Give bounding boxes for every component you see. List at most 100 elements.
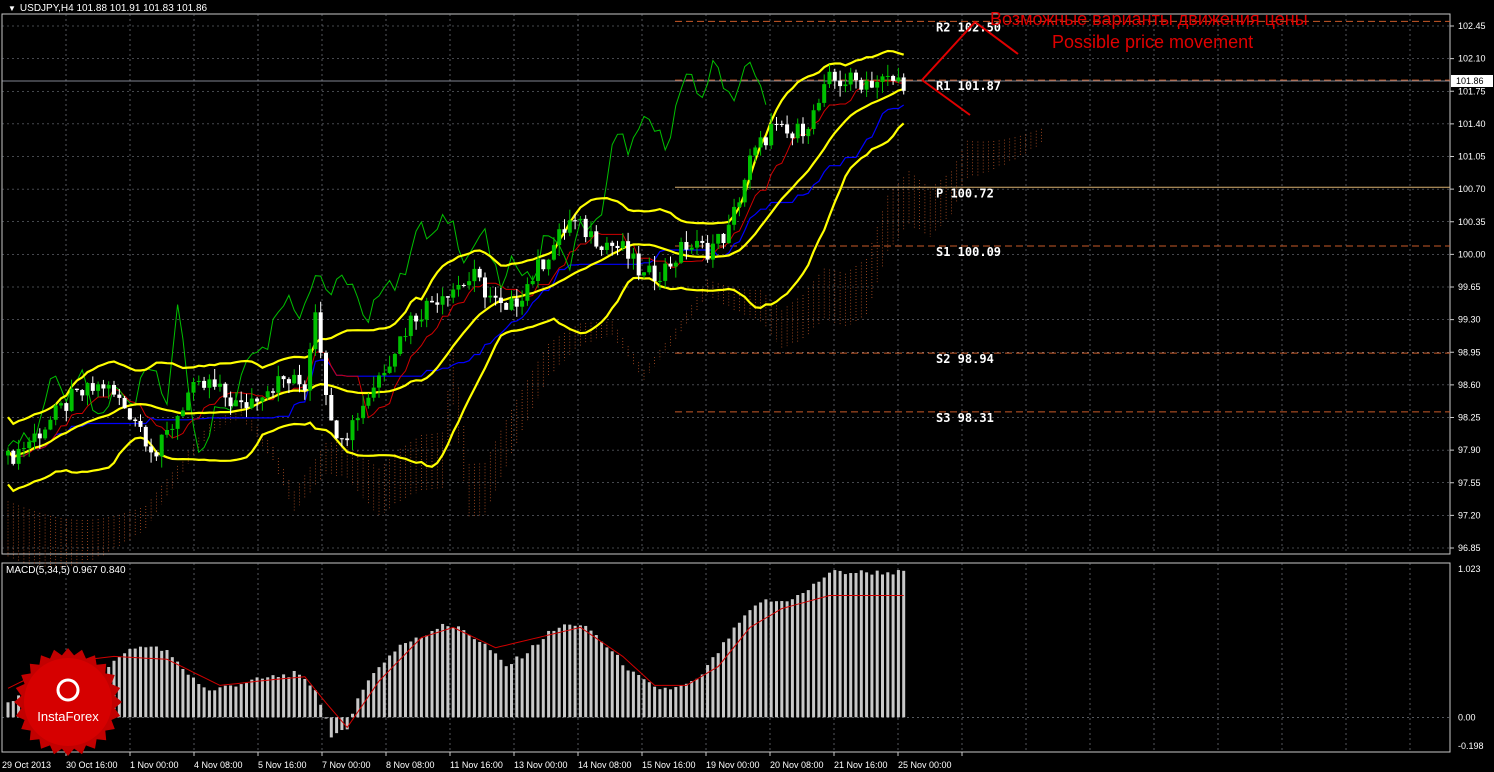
macd-bar: [790, 599, 794, 718]
candle-body: [53, 405, 58, 420]
macd-bar: [695, 678, 699, 718]
candle-body: [244, 402, 249, 408]
macd-bar: [573, 625, 577, 718]
macd-bar: [457, 626, 460, 718]
candle-body: [435, 302, 440, 305]
macd-bar: [329, 717, 333, 738]
macd-bar: [796, 595, 800, 718]
x-axis-tick-label: 7 Nov 00:00: [322, 760, 371, 770]
candle-body: [520, 300, 525, 307]
macd-bar: [610, 651, 614, 718]
candle-body: [398, 336, 403, 354]
candle-body: [461, 284, 466, 286]
candles: [6, 64, 906, 470]
macd-bar: [160, 650, 164, 718]
macd-bar: [446, 626, 450, 718]
candle-body: [11, 450, 16, 464]
candle-body: [493, 295, 498, 298]
macd-bar: [229, 685, 233, 718]
macd-bar: [854, 573, 858, 718]
candle-body: [567, 220, 572, 233]
candle-body: [636, 253, 641, 276]
candle-body: [663, 263, 668, 281]
macd-bar: [372, 673, 376, 718]
candle-body: [509, 298, 514, 310]
chart-header: ▼ USDJPY,H4 101.88 101.91 101.83 101.86: [8, 3, 207, 14]
candle-body: [647, 265, 652, 273]
macd-bar: [149, 646, 153, 718]
candle-body: [218, 383, 222, 387]
x-axis-tick-label: 8 Nov 08:00: [386, 760, 435, 770]
macd-bar: [626, 670, 630, 718]
candle-body: [456, 284, 461, 290]
macd-bar: [435, 628, 439, 718]
candle-body: [281, 376, 286, 380]
candle-body: [779, 124, 784, 126]
y-axis-tick-label: 96.85: [1458, 543, 1481, 553]
candle-body: [679, 241, 684, 263]
macd-bar: [351, 713, 354, 718]
candle-body: [414, 315, 419, 322]
y-axis-tick-label: 99.30: [1458, 315, 1481, 325]
macd-bar: [875, 570, 879, 718]
candle-body: [467, 281, 472, 286]
candle-body: [732, 206, 737, 225]
macd-bar: [642, 679, 646, 718]
candle-body: [816, 102, 821, 111]
candle-body: [361, 405, 366, 419]
logo-text: InstaForex: [37, 709, 99, 724]
candle-body: [668, 263, 673, 267]
x-axis-tick-label: 14 Nov 08:00: [578, 760, 632, 770]
macd-bar: [393, 651, 397, 718]
candle-body: [339, 438, 344, 440]
candle-body: [96, 384, 101, 391]
candle-body: [583, 218, 588, 238]
candle-body: [37, 433, 42, 439]
symbol-label: USDJPY,H4: [19, 3, 74, 14]
macd-bar: [822, 577, 826, 718]
candle-body: [302, 384, 307, 391]
macd-bar: [398, 644, 402, 718]
x-axis-tick-label: 4 Nov 08:00: [194, 760, 243, 770]
candle-body: [700, 240, 705, 243]
y-axis-tick-label: 101.75: [1458, 86, 1486, 96]
macd-bar: [748, 610, 752, 718]
macd-bar: [520, 658, 524, 718]
candle-body: [483, 277, 487, 298]
macd-bar: [494, 653, 498, 718]
dropdown-arrow-icon[interactable]: ▼: [8, 4, 16, 13]
candle-body: [59, 403, 63, 406]
candle-body: [530, 280, 535, 285]
candle-body: [615, 245, 620, 249]
macd-bar: [181, 668, 185, 718]
candle-body: [117, 394, 122, 398]
macd-bar: [472, 639, 476, 718]
candle-body: [445, 296, 450, 298]
macd-bar: [388, 655, 392, 718]
macd-bar: [192, 677, 195, 718]
macd-bar: [589, 630, 593, 718]
macd-bar: [674, 687, 678, 718]
current-price-label: 101.86: [1456, 76, 1484, 86]
candle-body: [822, 84, 827, 103]
candle-body: [562, 229, 567, 233]
macd-bar: [176, 661, 180, 718]
candle-body: [143, 426, 148, 447]
macd-title: MACD(5,34,5): [6, 565, 70, 576]
macd-bar: [170, 657, 174, 718]
candle-body: [382, 372, 387, 376]
chart-canvas[interactable]: 102.45 102.10 101.75 101.40 101.05 100.70 100.…: [0, 0, 1494, 772]
candle-body: [838, 80, 843, 87]
candle-body: [101, 384, 106, 389]
macd-bar: [202, 687, 206, 718]
candle-body: [260, 397, 265, 402]
candle-body: [255, 398, 260, 402]
candle-body: [170, 428, 175, 431]
candle-body: [392, 353, 397, 367]
y-axis-tick-label: 98.25: [1458, 413, 1481, 423]
macd-bar: [282, 674, 286, 718]
candle-body: [657, 280, 662, 282]
macd-bar: [430, 631, 434, 718]
candle-body: [6, 450, 10, 456]
macd-bar: [218, 687, 222, 718]
